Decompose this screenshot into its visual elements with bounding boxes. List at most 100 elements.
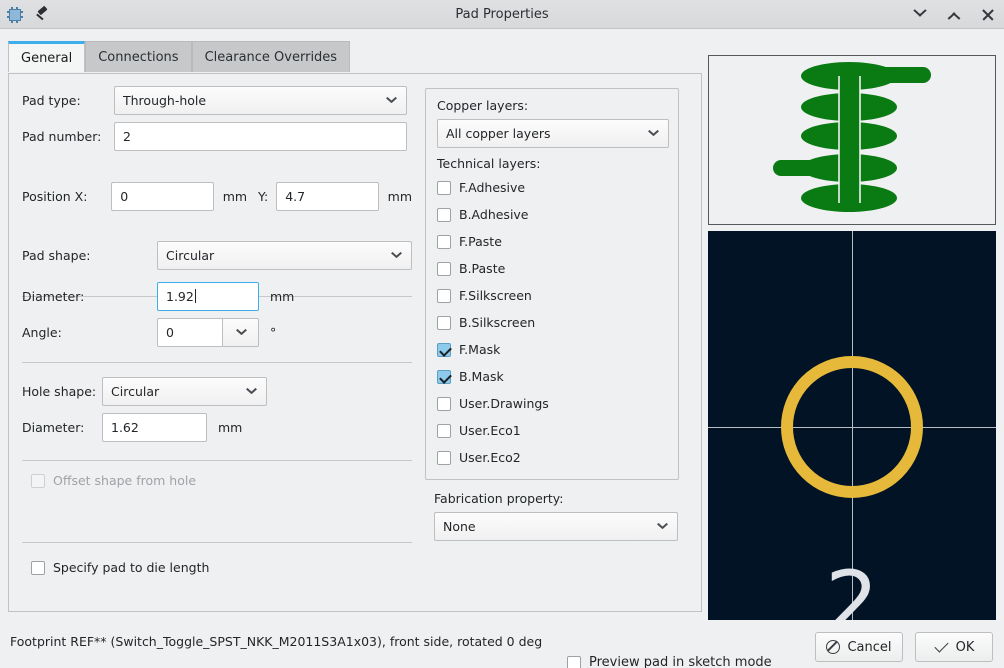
hole-shape-select[interactable]: Circular — [102, 377, 267, 406]
angle-value[interactable]: 0 — [157, 318, 222, 347]
hole-diameter-unit: mm — [218, 420, 243, 435]
hole-diameter-input[interactable]: 1.62 — [102, 413, 207, 442]
layer-checkbox-user-eco2[interactable]: User.Eco2 — [437, 444, 521, 471]
sketch-mode-checkbox[interactable] — [567, 655, 581, 668]
position-y-unit: mm — [387, 189, 413, 204]
close-icon[interactable] — [980, 7, 996, 23]
pad-type-row: Pad type: Through-hole — [22, 86, 407, 115]
tab-general[interactable]: General — [8, 41, 86, 72]
checkbox[interactable] — [437, 450, 451, 465]
offset-shape-checkbox-row[interactable]: Offset shape from hole — [31, 467, 196, 494]
ban-icon — [826, 640, 841, 654]
layer-checkbox-user-eco1[interactable]: User.Eco1 — [437, 417, 521, 444]
layer-label: F.Adhesive — [459, 180, 526, 195]
pad-geometry-column: Pad type: Through-hole Pad number: 2 Pos… — [9, 74, 419, 611]
layer-checkbox-f-mask[interactable]: F.Mask — [437, 336, 500, 363]
checkbox[interactable] — [437, 261, 451, 276]
checkbox[interactable] — [437, 180, 451, 195]
pad-diameter-row: Diameter: 1.92 mm — [22, 282, 412, 311]
sketch-mode-checkbox-row[interactable]: Preview pad in sketch mode — [567, 649, 772, 668]
angle-spinner[interactable]: 0 — [157, 318, 259, 347]
position-x-label: Position X: — [22, 189, 88, 204]
layer-checkbox-b-paste[interactable]: B.Paste — [437, 255, 505, 282]
pad-shape-value: Circular — [166, 248, 215, 263]
checkbox[interactable] — [437, 234, 451, 249]
pad-number-label: Pad number: — [22, 129, 102, 144]
footer-bar: Footprint REF** (Switch_Toggle_SPST_NKK_… — [0, 620, 1004, 668]
checkbox[interactable] — [437, 396, 451, 411]
chevron-down-icon — [648, 129, 659, 137]
die-length-checkbox-row[interactable]: Specify pad to die length — [31, 554, 209, 581]
sketch-mode-label: Preview pad in sketch mode — [589, 655, 772, 668]
chevron-down-icon — [391, 251, 402, 259]
cancel-button[interactable]: Cancel — [815, 632, 903, 662]
fabrication-property-label: Fabrication property: — [434, 491, 564, 506]
layer-checkbox-f-silkscreen[interactable]: F.Silkscreen — [437, 282, 532, 309]
tab-connections[interactable]: Connections — [85, 41, 192, 72]
layer-checkbox-b-mask[interactable]: B.Mask — [437, 363, 504, 390]
pad-number-label: 2 — [825, 552, 879, 621]
pad-diameter-value: 1.92 — [166, 289, 194, 304]
pad-type-label: Pad type: — [22, 93, 81, 108]
tab-clearance-overrides[interactable]: Clearance Overrides — [191, 41, 351, 72]
layer-label: B.Silkscreen — [459, 315, 536, 330]
offset-shape-checkbox[interactable] — [31, 473, 45, 488]
pad-shape-label: Pad shape: — [22, 248, 91, 263]
pad-type-select[interactable]: Through-hole — [114, 86, 407, 115]
layer-checkbox-b-silkscreen[interactable]: B.Silkscreen — [437, 309, 535, 336]
hole-shape-value: Circular — [111, 384, 160, 399]
pad-shape-row: Pad shape: Circular — [22, 241, 412, 270]
window-title: Pad Properties — [455, 7, 549, 22]
checkbox[interactable] — [437, 207, 451, 222]
copper-layers-select[interactable]: All copper layers — [437, 119, 669, 148]
ok-button[interactable]: OK — [915, 632, 993, 662]
pad-shape-select[interactable]: Circular — [157, 241, 412, 270]
checkbox[interactable] — [437, 369, 451, 384]
position-x-unit: mm — [222, 189, 248, 204]
fabrication-property-select[interactable]: None — [434, 512, 678, 541]
copper-layers-label: Copper layers: — [437, 98, 529, 113]
check-icon — [934, 642, 949, 653]
position-x-input[interactable]: 0 — [111, 182, 214, 211]
text-caret — [194, 289, 196, 303]
hole-diameter-label: Diameter: — [22, 420, 85, 435]
layer-label: B.Mask — [459, 369, 504, 384]
pad-stack-drawing — [773, 62, 931, 212]
status-text: Footprint REF** (Switch_Toggle_SPST_NKK_… — [10, 634, 543, 649]
layers-groupbox: Copper layers: All copper layers Technic… — [425, 88, 679, 480]
die-length-label: Specify pad to die length — [53, 560, 210, 575]
checkbox[interactable] — [437, 423, 451, 438]
hole-shape-row: Hole shape: Circular — [22, 377, 412, 406]
technical-layers-label: Technical layers: — [437, 156, 541, 171]
ok-button-label: OK — [955, 639, 975, 655]
general-tab-panel: Pad type: Through-hole Pad number: 2 Pos… — [8, 73, 702, 612]
cancel-button-label: Cancel — [847, 639, 892, 655]
layer-checkbox-f-paste[interactable]: F.Paste — [437, 228, 502, 255]
chevron-down-icon — [386, 96, 397, 104]
layer-label: User.Eco2 — [459, 450, 521, 465]
checkbox[interactable] — [437, 288, 451, 303]
position-y-label: Y: — [258, 189, 269, 204]
hole-shape-label: Hole shape: — [22, 384, 97, 399]
chevron-up-icon[interactable] — [946, 7, 962, 23]
chevron-down-icon[interactable] — [912, 7, 928, 23]
layer-checkbox-user-drawings[interactable]: User.Drawings — [437, 390, 549, 417]
checkbox[interactable] — [437, 315, 451, 330]
layer-label: B.Paste — [459, 261, 506, 276]
angle-dropdown-button[interactable] — [222, 318, 259, 347]
pad-number-input[interactable]: 2 — [114, 122, 407, 151]
pad-diameter-input[interactable]: 1.92 — [157, 282, 259, 311]
angle-unit: ° — [270, 325, 277, 340]
preview-column: 2 — [708, 55, 996, 620]
pad-diameter-unit: mm — [270, 289, 295, 304]
chevron-down-icon — [236, 328, 247, 336]
divider-die-length — [22, 542, 412, 543]
pad-canvas-preview[interactable]: 2 — [708, 231, 996, 620]
die-length-checkbox[interactable] — [31, 560, 45, 575]
layer-checkbox-f-adhesive[interactable]: F.Adhesive — [437, 174, 525, 201]
checkbox[interactable] — [437, 342, 451, 357]
layer-checkbox-b-adhesive[interactable]: B.Adhesive — [437, 201, 529, 228]
position-y-input[interactable]: 4.7 — [276, 182, 379, 211]
offset-shape-label: Offset shape from hole — [53, 473, 197, 488]
copper-layers-value: All copper layers — [446, 126, 551, 141]
